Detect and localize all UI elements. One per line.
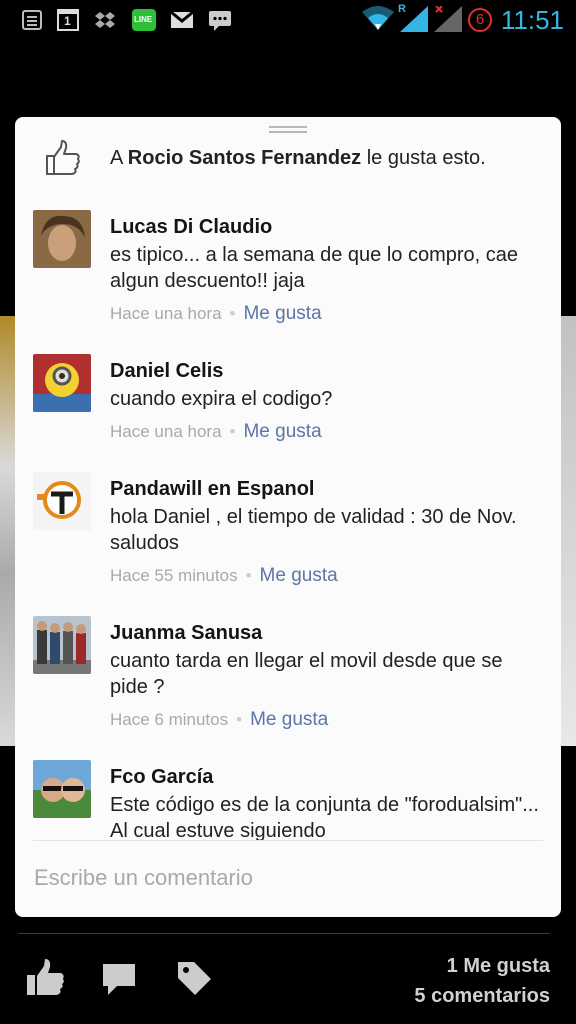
liker-name[interactable]: Rocio Santos Fernandez	[128, 147, 361, 169]
comment-text: Este código es de la conjunta de "forodu…	[110, 794, 539, 840]
message-icon	[209, 11, 231, 31]
calendar-day: 1	[64, 14, 71, 28]
comment-time: Hace una hora	[110, 304, 222, 323]
comment-author[interactable]: Juanma Sanusa	[110, 622, 262, 645]
like-count[interactable]: 1 Me gusta	[447, 955, 550, 978]
comment-like-link[interactable]: Me gusta	[243, 303, 321, 324]
clock: 11:51	[500, 5, 564, 35]
comment-item: Fco García Este código es de la conjunta…	[15, 760, 561, 840]
comment-author[interactable]: Pandawill en Espanol	[110, 478, 315, 501]
like-outline-icon	[46, 140, 80, 175]
gmail-icon	[170, 10, 194, 28]
comment-author[interactable]: Daniel Celis	[110, 360, 223, 383]
avatar[interactable]	[33, 616, 91, 674]
comments-sheet: A Rocio Santos Fernandez le gusta esto. …	[15, 117, 561, 917]
likes-summary[interactable]: A Rocio Santos Fernandez le gusta esto.	[15, 139, 561, 183]
tag-icon[interactable]	[174, 958, 214, 998]
signal-no-icon	[434, 6, 462, 32]
list-icon	[22, 10, 42, 30]
line-app-icon: LINE	[132, 9, 156, 31]
comment-meta: Hace una hora • Me gusta	[110, 421, 322, 442]
comment-item: Daniel Celis cuando expira el codigo? Ha…	[15, 354, 561, 454]
comment-item: Pandawill en Espanol hola Daniel , el ti…	[15, 472, 561, 597]
comment-input[interactable]: Escribe un comentario	[34, 865, 253, 891]
comment-meta: Hace 6 minutos • Me gusta	[110, 709, 329, 730]
battery-badge-icon: 6	[468, 8, 492, 32]
comment-item: Juanma Sanusa cuanto tarda en llegar el …	[15, 616, 561, 741]
avatar[interactable]	[33, 354, 91, 412]
comment-time: Hace 6 minutos	[110, 710, 229, 729]
comment-like-link[interactable]: Me gusta	[260, 565, 338, 586]
comment-time: Hace una hora	[110, 422, 222, 441]
avatar[interactable]	[33, 472, 91, 530]
comment-author[interactable]: Fco García	[110, 766, 213, 789]
comment-text: hola Daniel , el tiempo de validad : 30 …	[110, 506, 517, 554]
dropbox-icon	[95, 12, 115, 28]
comment-icon[interactable]	[100, 958, 140, 998]
comment-item: Lucas Di Claudio es tipico... a la seman…	[15, 210, 561, 340]
divider	[18, 933, 550, 934]
comment-like-link[interactable]: Me gusta	[243, 421, 321, 442]
likes-text: A Rocio Santos Fernandez le gusta esto.	[110, 147, 486, 169]
comment-text: es tipico... a la semana de que lo compr…	[110, 244, 519, 292]
status-bar: 1 LINE R 6 11:51	[0, 0, 576, 40]
drag-handle[interactable]	[269, 126, 307, 133]
comment-time: Hace 55 minutos	[110, 566, 238, 585]
comment-text: cuanto tarda en llegar el movil desde qu…	[110, 650, 503, 698]
comment-text: cuando expira el codigo?	[110, 388, 333, 410]
avatar[interactable]	[33, 760, 91, 818]
like-icon[interactable]	[26, 958, 66, 998]
signal-icon	[400, 6, 428, 32]
wifi-icon	[362, 6, 394, 30]
divider	[33, 840, 543, 841]
comment-meta: Hace 55 minutos • Me gusta	[110, 565, 338, 586]
comment-author[interactable]: Lucas Di Claudio	[110, 216, 272, 239]
comment-count[interactable]: 5 comentarios	[414, 985, 550, 1008]
avatar[interactable]	[33, 210, 91, 268]
comment-meta: Hace una hora • Me gusta	[110, 303, 322, 324]
comment-like-link[interactable]: Me gusta	[250, 709, 328, 730]
